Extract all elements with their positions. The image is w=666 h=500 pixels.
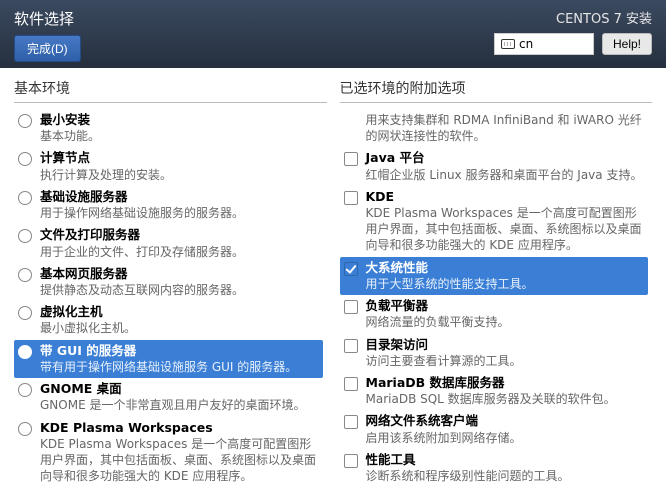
done-button[interactable]: 完成(D) [14,35,81,62]
base-env-item[interactable]: 虚拟化主机最小虚拟化主机。 [14,301,323,339]
base-env-item[interactable]: 开发及生成工作站用于软件、硬件、图形或者内容开发的工作站。 [14,487,323,490]
checkbox-icon[interactable] [344,300,358,314]
keyboard-layout-code: cn [519,37,533,51]
base-env-item[interactable]: 基础设施服务器用于操作网络基础设施服务的服务器。 [14,186,323,224]
header-right: CENTOS 7 安装 cn Help! [494,8,652,55]
addon-item[interactable]: KDEKDE Plasma Workspaces 是一个高度可配置图形用户界面，… [340,186,649,257]
addons-column: 已选环境的附加选项 用来支持集群和 RDMA InfiniBand 和 iWAR… [333,68,666,500]
addon-item[interactable]: 负载平衡器网络流量的负载平衡支持。 [340,295,649,333]
item-desc: 最小虚拟化主机。 [40,320,319,336]
radio-icon[interactable] [18,422,32,436]
radio-icon[interactable] [18,191,32,205]
item-desc: 诊断系统和程序级别性能问题的工具。 [366,468,645,484]
radio-icon[interactable] [18,383,32,397]
radio-icon[interactable] [18,114,32,128]
addon-item-fragment: 用来支持集群和 RDMA InfiniBand 和 iWARO 光纤的网状连接性… [340,109,649,147]
checkbox-icon[interactable] [344,339,358,353]
item-desc: 用来支持集群和 RDMA InfiniBand 和 iWARO 光纤的网状连接性… [366,112,645,144]
base-env-item[interactable]: 带 GUI 的服务器带有用于操作网络基础设施服务 GUI 的服务器。 [14,340,323,378]
addons-heading: 已选环境的附加选项 [340,78,653,103]
base-env-list[interactable]: 最小安装基本功能。计算节点执行计算及处理的安装。基础设施服务器用于操作网络基础设… [14,109,327,490]
item-name: 性能工具 [366,452,645,468]
addon-item[interactable]: PostgreSQL 数据库服务器PostgreSQL SQL 数据库服务器以及… [340,487,649,490]
addon-item[interactable]: 性能工具诊断系统和程序级别性能问题的工具。 [340,449,649,487]
addons-list[interactable]: 用来支持集群和 RDMA InfiniBand 和 iWARO 光纤的网状连接性… [340,109,653,490]
addon-item[interactable]: Java 平台红帽企业版 Linux 服务器和桌面平台的 Java 支持。 [340,147,649,185]
item-name: 最小安装 [40,112,319,128]
base-env-item[interactable]: 基本网页服务器提供静态及动态互联网内容的服务器。 [14,263,323,301]
header: 软件选择 完成(D) CENTOS 7 安装 cn Help! [0,0,666,68]
item-desc: KDE Plasma Workspaces 是一个高度可配置图形用户界面，其中包… [366,205,645,254]
item-name: 负载平衡器 [366,298,645,314]
item-desc: 用于操作网络基础设施服务的服务器。 [40,205,319,221]
checkbox-icon[interactable] [344,152,358,166]
item-desc: 执行计算及处理的安装。 [40,167,319,183]
checkbox-icon[interactable] [344,415,358,429]
item-name: 带 GUI 的服务器 [40,343,319,359]
base-env-item[interactable]: 计算节点执行计算及处理的安装。 [14,147,323,185]
item-desc: KDE Plasma Workspaces 是一个高度可配置图形用户界面，其中包… [40,436,319,485]
keyboard-layout-selector[interactable]: cn [494,33,594,55]
item-name: 基础设施服务器 [40,189,319,205]
item-desc: 用于企业的文件、打印及存储服务器。 [40,244,319,260]
item-desc: 用于大型系统的性能支持工具。 [366,276,645,292]
base-env-item[interactable]: GNOME 桌面GNOME 是一个非常直观且用户友好的桌面环境。 [14,378,323,416]
item-name: 网络文件系统客户端 [366,413,645,429]
radio-icon[interactable] [18,345,32,359]
item-name: KDE [366,189,645,205]
item-name: 目录架访问 [366,337,645,353]
item-name: Java 平台 [366,150,645,166]
item-desc: 基本功能。 [40,128,319,144]
body: 基本环境 最小安装基本功能。计算节点执行计算及处理的安装。基础设施服务器用于操作… [0,68,666,500]
checkbox-icon[interactable] [344,191,358,205]
item-desc: 提供静态及动态互联网内容的服务器。 [40,282,319,298]
item-name: 大系统性能 [366,260,645,276]
checkbox-icon[interactable] [344,454,358,468]
item-name: KDE Plasma Workspaces [40,420,319,436]
checkbox-icon[interactable] [344,262,358,276]
item-desc: GNOME 是一个非常直观且用户友好的桌面环境。 [40,397,319,413]
addon-item[interactable]: MariaDB 数据库服务器MariaDB SQL 数据库服务器及关联的软件包。 [340,372,649,410]
addon-item[interactable]: 网络文件系统客户端启用该系统附加到网络存储。 [340,410,649,448]
install-title: CENTOS 7 安装 [494,8,652,27]
addon-item[interactable]: 大系统性能用于大型系统的性能支持工具。 [340,257,649,295]
item-name: GNOME 桌面 [40,381,319,397]
item-desc: 带有用于操作网络基础设施服务 GUI 的服务器。 [40,359,319,375]
item-name: MariaDB 数据库服务器 [366,375,645,391]
item-name: 虚拟化主机 [40,304,319,320]
addon-item[interactable]: 目录架访问访问主要查看计算源的工具。 [340,334,649,372]
base-env-item[interactable]: 文件及打印服务器用于企业的文件、打印及存储服务器。 [14,224,323,262]
base-env-column: 基本环境 最小安装基本功能。计算节点执行计算及处理的安装。基础设施服务器用于操作… [0,68,333,500]
base-env-item[interactable]: KDE Plasma WorkspacesKDE Plasma Workspac… [14,417,323,488]
item-name: 文件及打印服务器 [40,227,319,243]
item-desc: 网络流量的负载平衡支持。 [366,314,645,330]
radio-icon[interactable] [18,268,32,282]
item-desc: 访问主要查看计算源的工具。 [366,353,645,369]
item-desc: MariaDB SQL 数据库服务器及关联的软件包。 [366,391,645,407]
radio-icon[interactable] [18,306,32,320]
base-env-item[interactable]: 最小安装基本功能。 [14,109,323,147]
base-env-heading: 基本环境 [14,78,327,103]
item-desc: 启用该系统附加到网络存储。 [366,430,645,446]
radio-icon[interactable] [18,229,32,243]
keyboard-icon [501,39,515,49]
help-button[interactable]: Help! [602,33,652,55]
radio-icon[interactable] [18,152,32,166]
item-desc: 红帽企业版 Linux 服务器和桌面平台的 Java 支持。 [366,167,645,183]
item-name: 计算节点 [40,150,319,166]
checkbox-icon[interactable] [344,377,358,391]
item-name: 基本网页服务器 [40,266,319,282]
